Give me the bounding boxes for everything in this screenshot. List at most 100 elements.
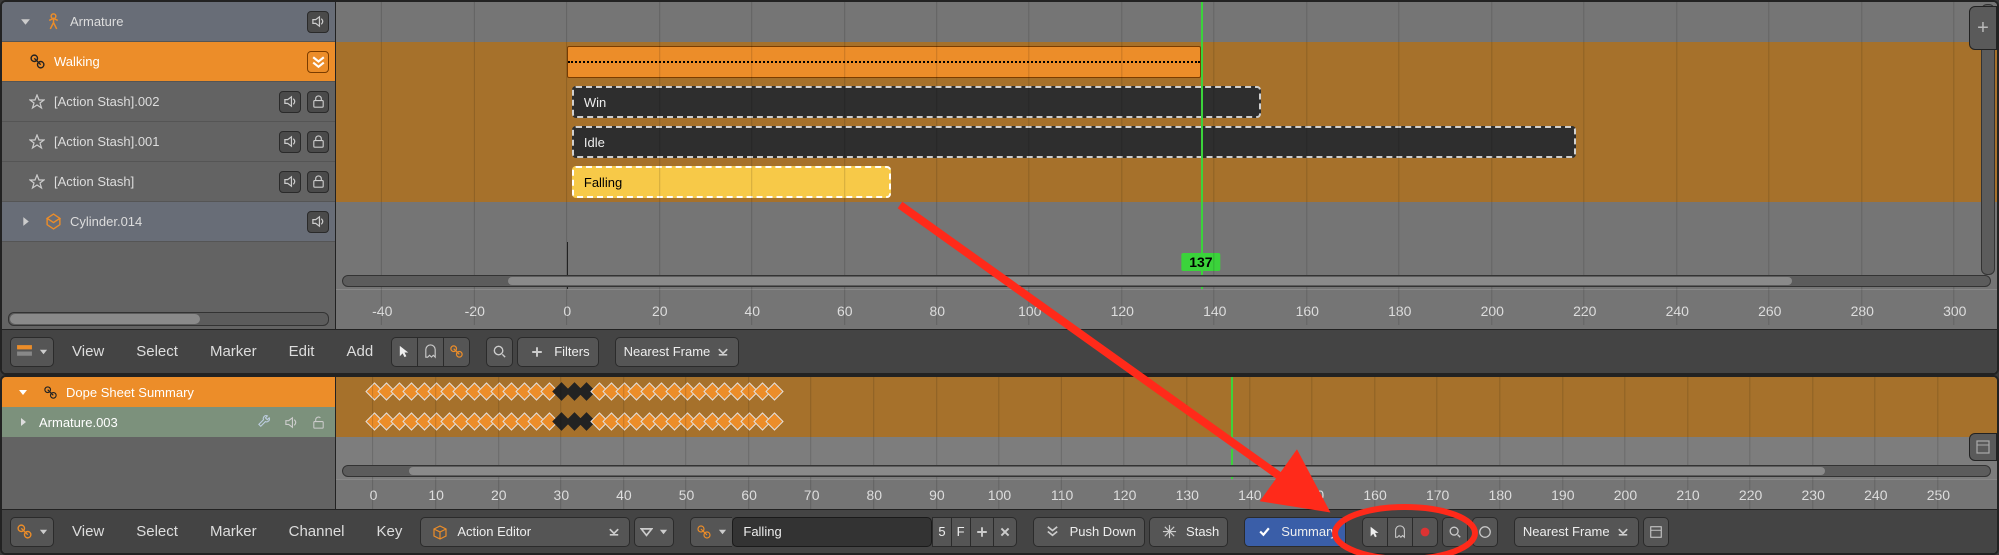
menu-select[interactable]: Select [122,343,192,360]
lock-icon[interactable] [307,131,329,153]
box-icon [429,521,451,543]
dope-row-summary[interactable]: Dope Sheet Summary [2,377,335,407]
snap-label: Nearest Frame [1523,524,1610,539]
disclosure-down-icon[interactable] [14,11,36,33]
star-icon[interactable] [26,171,48,193]
new-action-icon[interactable] [970,517,993,547]
ghost-icon[interactable] [417,337,443,367]
menu-marker[interactable]: Marker [196,343,271,360]
track-label: [Action Stash].001 [54,134,273,149]
action-link-icon[interactable] [443,337,470,367]
lock-icon[interactable] [307,171,329,193]
snap-dropdown[interactable]: Nearest Frame [1514,517,1639,547]
mesh-icon [42,211,64,233]
menu-view[interactable]: View [58,523,118,540]
star-icon[interactable] [26,131,48,153]
editor-type-dope-icon[interactable] [10,517,54,547]
cursor-icon[interactable] [391,337,417,367]
speaker-icon[interactable] [279,131,301,153]
nla-track-walking[interactable]: Walking [2,42,335,82]
speaker-icon[interactable] [280,411,302,433]
ghost-icon[interactable] [1387,517,1412,547]
stash-button[interactable]: Stash [1149,517,1228,547]
armature-icon [42,11,64,33]
cursor-icon[interactable] [1362,517,1387,547]
speaker-icon[interactable] [307,11,329,33]
snap-dropdown[interactable]: Nearest Frame [615,337,740,367]
nla-clip-win[interactable]: Win [572,86,1261,118]
filters-button[interactable]: Filters [517,337,598,367]
speaker-icon[interactable] [279,91,301,113]
search-icon[interactable] [486,337,513,367]
nla-track-armature[interactable]: Armature [2,2,335,42]
summary-toggle[interactable]: Summary [1244,517,1346,547]
mode-dropdown[interactable]: Action Editor [420,517,630,547]
row-label: Armature.003 [39,415,248,430]
clip-label: Win [584,95,606,110]
star-icon[interactable] [26,91,48,113]
track-label: [Action Stash].002 [54,94,273,109]
nla-clip-falling[interactable]: Falling [572,166,891,198]
menu-select[interactable]: Select [122,523,192,540]
menu-key[interactable]: Key [363,523,417,540]
track-label: Cylinder.014 [70,214,301,229]
nla-track-cylinder[interactable]: Cylinder.014 [2,202,335,242]
menu-view[interactable]: View [58,343,118,360]
filter-circle-icon[interactable] [1472,517,1498,547]
nla-track-stash[interactable]: [Action Stash] [2,162,335,202]
nla-clip-idle[interactable]: Idle [572,126,1576,158]
snap-label: Nearest Frame [624,344,711,359]
disclosure-right-icon[interactable] [14,211,36,233]
dope-ruler[interactable]: 0102030405060708090100110120130140150160… [336,480,1997,509]
users-count[interactable]: 5 [932,517,950,547]
props-tab-icon[interactable] [1969,433,1997,461]
action-name-value: Falling [743,524,781,539]
stash-label: Stash [1186,524,1219,539]
search-icon[interactable] [1442,517,1468,547]
double-chevron-down-icon [1042,521,1064,543]
clip-label: Idle [584,135,605,150]
unlink-action-icon[interactable] [993,517,1017,547]
sidebar-toggle-plus[interactable]: + [1969,6,1997,50]
push-down-label: Push Down [1070,524,1136,539]
nla-ruler[interactable]: -40-200204060801001201401601802002202402… [336,290,1997,329]
sidebar-hscrollbar[interactable] [8,312,329,326]
nla-hscrollbar[interactable] [342,275,1991,287]
fake-user-toggle[interactable]: F [951,517,970,547]
push-down-button[interactable]: Push Down [1033,517,1145,547]
dope-header: View Select Marker Channel Key Action Ed… [2,509,1997,553]
filters-label: Filters [554,344,589,359]
dope-hscrollbar[interactable] [342,465,1991,477]
action-icon [26,51,48,73]
action-name-field[interactable]: Falling [732,517,932,547]
menu-add[interactable]: Add [332,343,387,360]
speaker-icon[interactable] [307,211,329,233]
check-icon [1253,521,1275,543]
menu-marker[interactable]: Marker [196,523,271,540]
action-browse-icon[interactable] [690,517,732,547]
speaker-icon[interactable] [279,171,301,193]
double-chevron-down-icon[interactable] [307,51,329,73]
lock-icon[interactable] [307,91,329,113]
disclosure-down-icon[interactable] [12,381,34,403]
editor-type-nla-icon[interactable] [10,337,54,367]
lock-open-icon[interactable] [307,411,329,433]
dope-row-armature-003[interactable]: Armature.003 [2,407,335,437]
wrench-icon[interactable] [253,411,275,433]
props-toggle-icon[interactable] [1643,517,1669,547]
layers-dropdown-icon[interactable] [634,517,674,547]
track-label: Walking [54,54,301,69]
mode-label: Action Editor [457,524,531,539]
clip-label: Falling [584,175,622,190]
nla-track-stash-001[interactable]: [Action Stash].001 [2,122,335,162]
track-label: [Action Stash] [54,174,273,189]
nla-header: View Select Marker Edit Add [2,329,1997,373]
snowflake-icon [1158,521,1180,543]
record-icon[interactable] [1412,517,1438,547]
current-frame-label: 137 [1181,253,1220,271]
disclosure-right-icon[interactable] [12,411,34,433]
menu-edit[interactable]: Edit [275,343,329,360]
nla-track-stash-002[interactable]: [Action Stash].002 [2,82,335,122]
menu-channel[interactable]: Channel [275,523,359,540]
summary-label: Summary [1281,524,1337,539]
